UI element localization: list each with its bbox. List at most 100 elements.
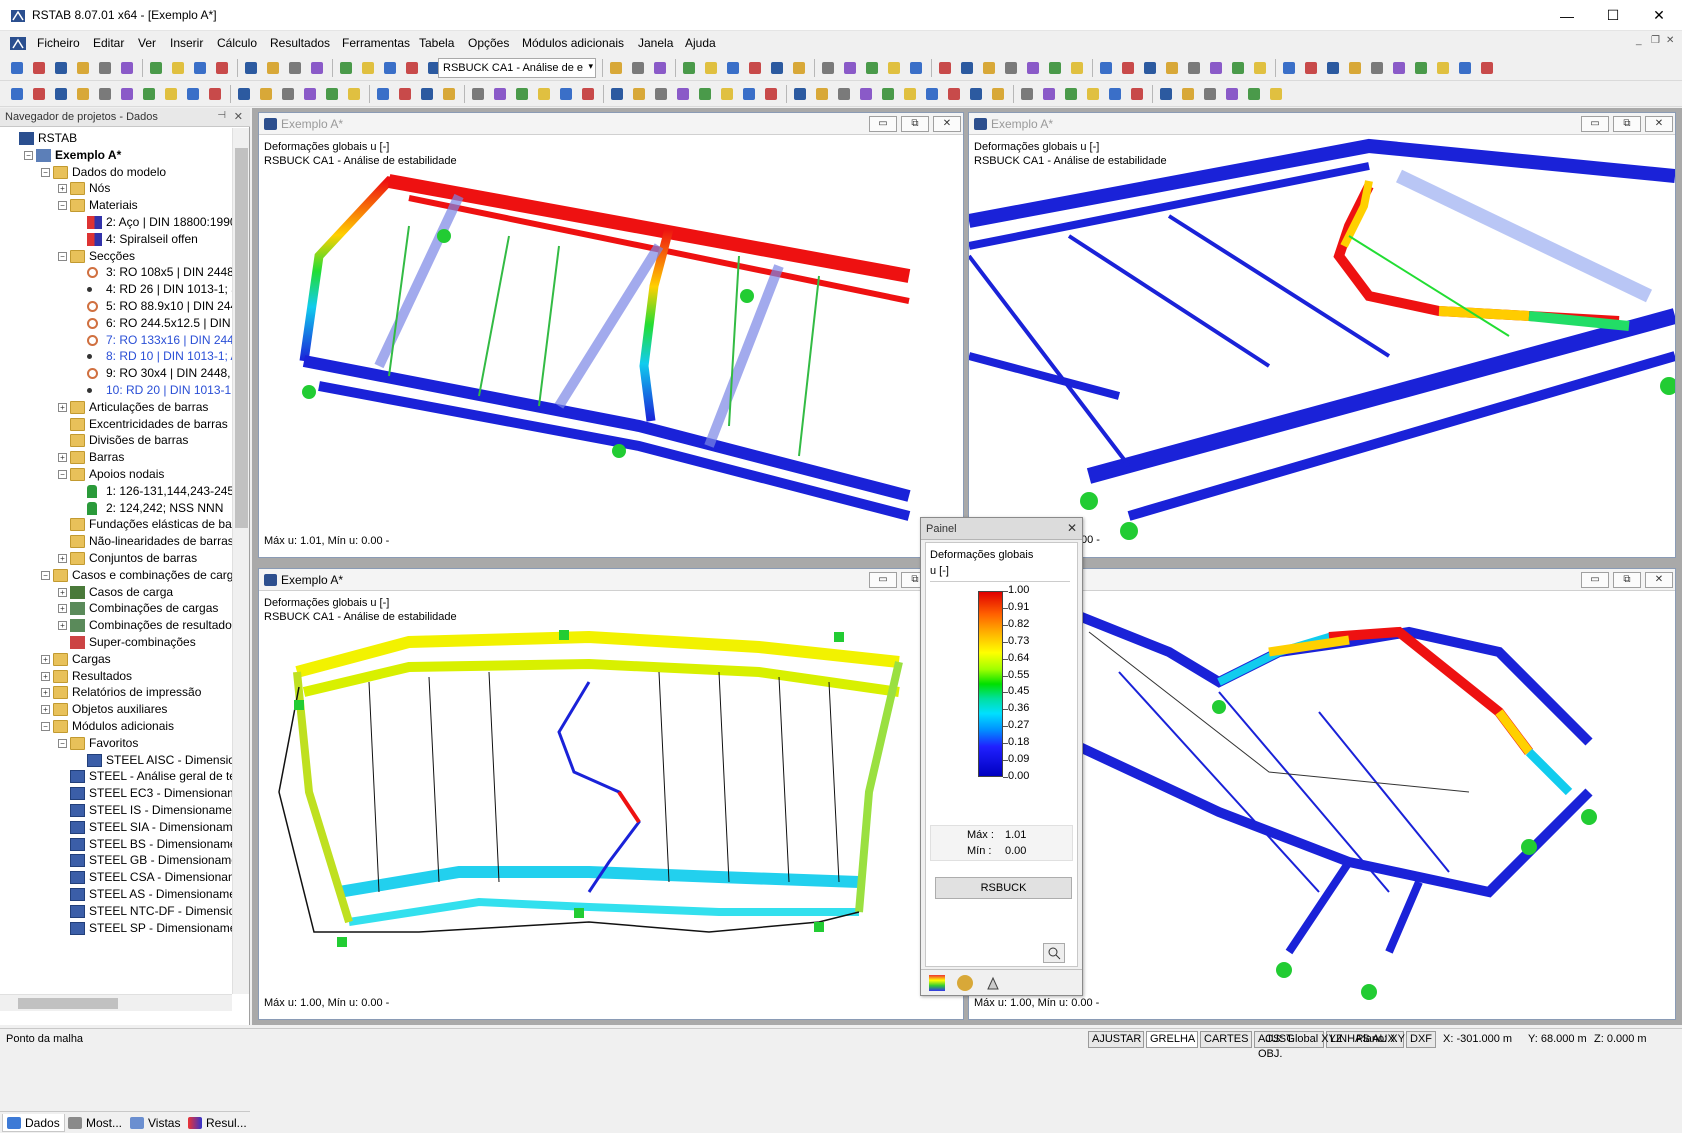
results-tool-icon[interactable] [118,85,136,103]
main-tool-icon[interactable] [746,59,764,77]
collapse-icon[interactable]: − [41,722,50,731]
results-tool-icon[interactable] [630,85,648,103]
results-tool-icon[interactable] [374,85,392,103]
results-tool-icon[interactable] [206,85,224,103]
results-tool-icon[interactable] [1106,85,1124,103]
load-case-select[interactable]: RSBUCK CA1 - Análise de e ▾ [438,58,596,78]
results-tool-icon[interactable] [1062,85,1080,103]
factors-tab-icon[interactable] [957,975,973,991]
tab-dados[interactable]: Dados [2,1114,65,1132]
collapse-icon[interactable]: − [24,150,33,160]
main-tool-icon[interactable] [96,59,114,77]
expand-icon[interactable]: + [58,587,67,597]
navigator-close-icon[interactable]: ✕ [234,110,243,123]
results-tool-icon[interactable] [652,85,670,103]
results-tool-icon[interactable] [418,85,436,103]
results-tool-icon[interactable] [184,85,202,103]
mdi-close-icon[interactable]: ✕ [1666,35,1674,46]
collapse-icon[interactable]: − [58,251,67,261]
results-tool-icon[interactable] [857,85,875,103]
view-close-button[interactable]: ✕ [933,116,961,132]
main-tool-icon[interactable] [1434,59,1452,77]
main-tool-icon[interactable] [1097,59,1115,77]
results-tool-icon[interactable] [491,85,509,103]
collapse-icon[interactable]: − [58,470,67,479]
results-tool-icon[interactable] [30,85,48,103]
view-maximize-button[interactable]: ⧉ [901,116,929,132]
results-tool-icon[interactable] [52,85,70,103]
main-tool-icon[interactable] [1207,59,1225,77]
results-tool-icon[interactable] [1179,85,1197,103]
main-tool-icon[interactable] [191,59,209,77]
main-tool-icon[interactable] [1024,59,1042,77]
results-tool-icon[interactable] [945,85,963,103]
results-tool-icon[interactable] [989,85,1007,103]
results-tool-icon[interactable] [901,85,919,103]
tab-resultados[interactable]: Resul... [184,1114,251,1132]
pin-icon[interactable]: ⊣ [217,110,226,121]
results-tool-icon[interactable] [162,85,180,103]
view-titlebar[interactable]: Exemplo A* ▭ ⧉ ✕ [969,113,1675,135]
main-tool-icon[interactable] [1324,59,1342,77]
results-tool-icon[interactable] [1128,85,1146,103]
view-window-top-left[interactable]: Exemplo A* ▭ ⧉ ✕ Deformações globais u [… [258,112,964,558]
results-tool-icon[interactable] [923,85,941,103]
results-tool-icon[interactable] [813,85,831,103]
collapse-icon[interactable]: − [58,738,67,748]
tab-mostrar[interactable]: Most... [64,1114,126,1132]
main-tool-icon[interactable] [242,59,260,77]
main-tool-icon[interactable] [768,59,786,77]
main-tool-icon[interactable] [1280,59,1298,77]
document-icon[interactable] [8,36,28,52]
results-tool-icon[interactable] [674,85,692,103]
view-close-button[interactable]: ✕ [1645,572,1673,588]
main-tool-icon[interactable] [607,59,625,77]
menu-janela[interactable]: Janela [638,36,673,50]
expand-icon[interactable]: + [58,604,67,614]
results-tool-icon[interactable] [1084,85,1102,103]
main-tool-icon[interactable] [403,59,421,77]
main-tool-icon[interactable] [1163,59,1181,77]
results-tool-icon[interactable] [323,85,341,103]
main-tool-icon[interactable] [381,59,399,77]
main-tool-icon[interactable] [958,59,976,77]
main-tool-icon[interactable] [1141,59,1159,77]
main-tool-icon[interactable] [337,59,355,77]
navigator-vertical-scrollbar[interactable] [232,128,249,994]
main-tool-icon[interactable] [1119,59,1137,77]
menu-editar[interactable]: Editar [93,36,124,50]
main-tool-icon[interactable] [863,59,881,77]
results-tool-icon[interactable] [835,85,853,103]
results-tool-icon[interactable] [345,85,363,103]
results-tool-icon[interactable] [140,85,158,103]
menu-ficheiro[interactable]: Ficheiro [37,36,80,50]
menu-ajuda[interactable]: Ajuda [685,36,716,50]
main-tool-icon[interactable] [980,59,998,77]
panel-close-icon[interactable]: ✕ [1067,521,1077,535]
main-tool-icon[interactable] [629,59,647,77]
menu-tabela[interactable]: Tabela [419,36,454,50]
menu-ferramentas[interactable]: Ferramentas [342,36,410,50]
main-tool-icon[interactable] [885,59,903,77]
rsbuck-button[interactable]: RSBUCK [935,877,1072,899]
view-minimize-button[interactable]: ▭ [869,116,897,132]
results-tool-icon[interactable] [579,85,597,103]
expand-icon[interactable]: + [58,554,67,563]
main-tool-icon[interactable] [286,59,304,77]
main-tool-icon[interactable] [1002,59,1020,77]
results-tool-icon[interactable] [557,85,575,103]
expand-icon[interactable]: + [41,654,50,664]
view-minimize-button[interactable]: ▭ [1581,116,1609,132]
results-tool-icon[interactable] [8,85,26,103]
results-tool-icon[interactable] [440,85,458,103]
viewport-3d[interactable]: Deformações globais u [-] RSBUCK CA1 - A… [259,592,963,1019]
status-toggle-grelha[interactable]: GRELHA [1146,1031,1198,1048]
main-tool-icon[interactable] [118,59,136,77]
results-tool-icon[interactable] [535,85,553,103]
results-tool-icon[interactable] [879,85,897,103]
tab-vistas[interactable]: Vistas [126,1114,184,1132]
results-panel[interactable]: Painel ✕ Deformações globais u [-] 1.00 0… [920,517,1083,996]
results-tool-icon[interactable] [791,85,809,103]
main-tool-icon[interactable] [1456,59,1474,77]
viewport-3d[interactable]: Deformações globais u [-] RSBUCK CA1 - A… [969,136,1675,557]
